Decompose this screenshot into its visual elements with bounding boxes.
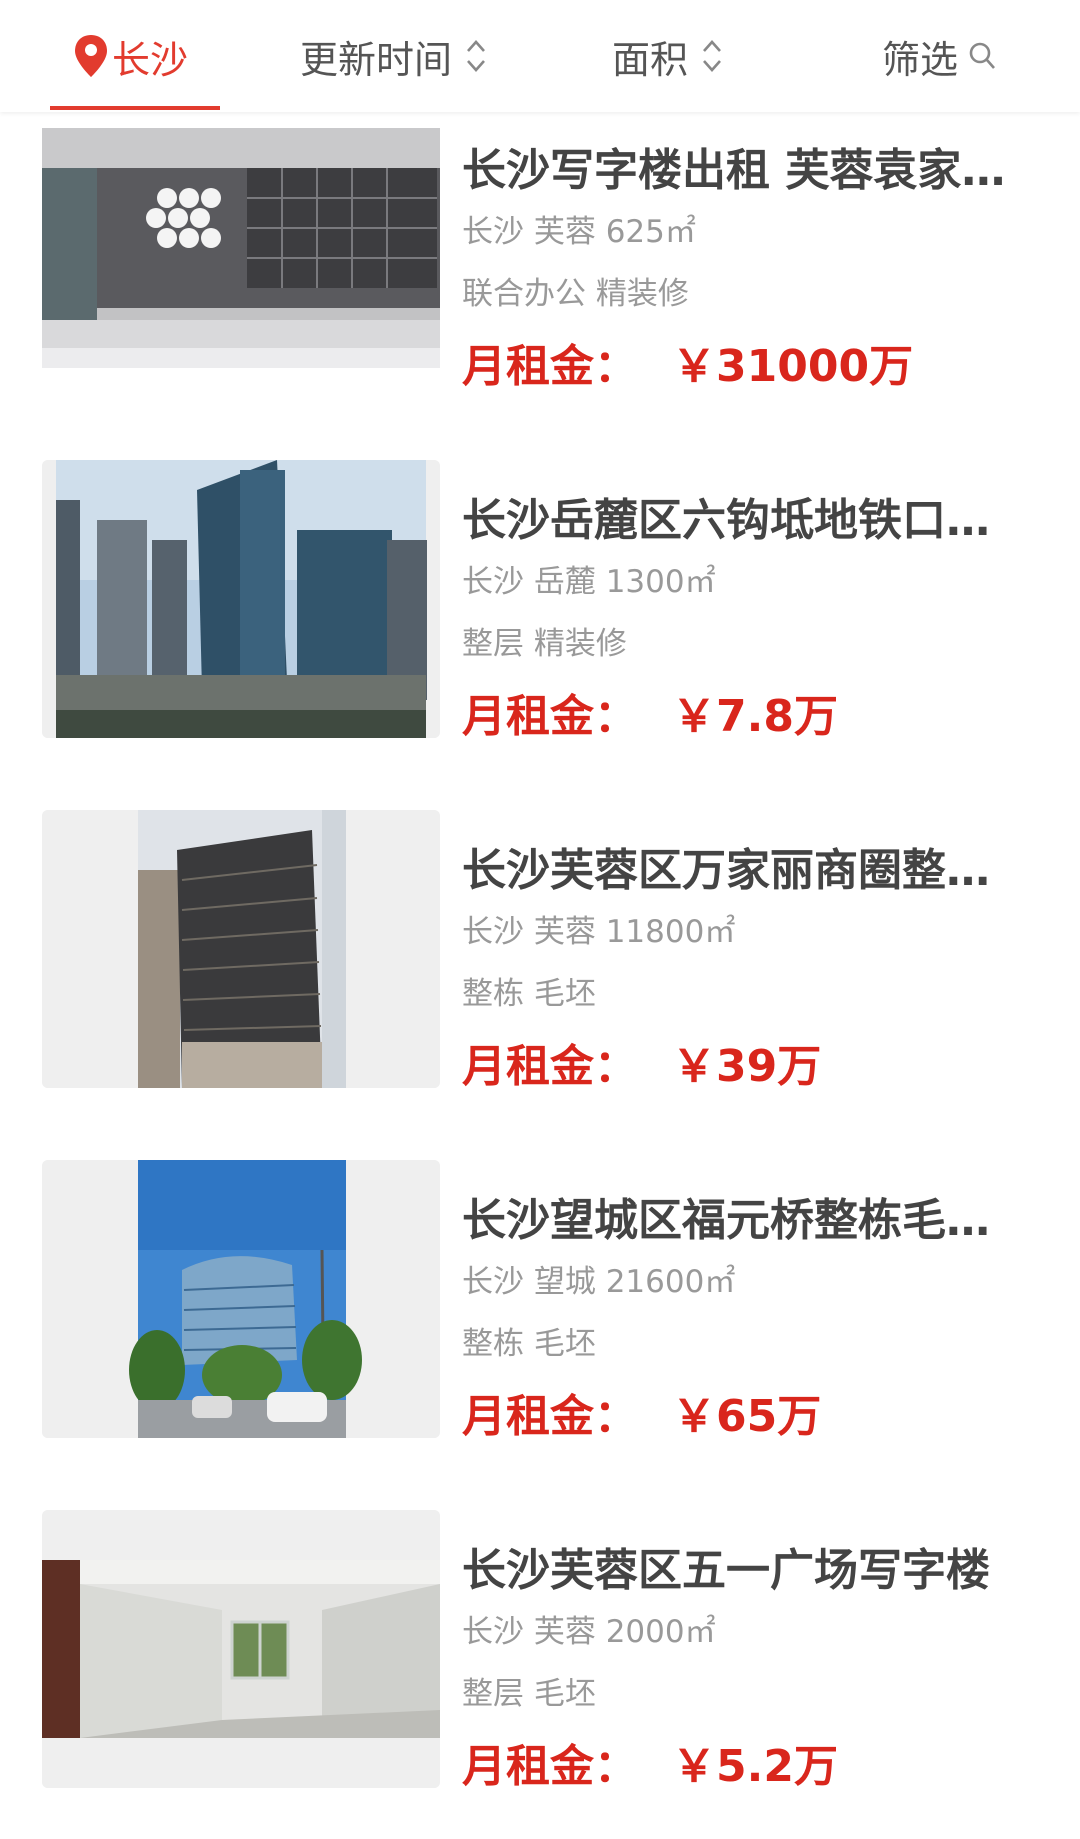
listing-meta: 长沙 芙蓉 625㎡: [462, 214, 696, 250]
listing-tags: 联合办公 精装修: [462, 276, 689, 312]
sort-time-tab[interactable]: 更新时间: [300, 0, 488, 112]
listing-meta: 长沙 岳麓 1300㎡: [462, 564, 716, 600]
price-value: ￥65万: [672, 1391, 822, 1442]
filter-bar: 长沙 更新时间 面积 筛选: [0, 0, 1080, 112]
listing-title: 长沙芙蓉区万家丽商圈整栋写字楼: [462, 845, 1022, 896]
listing-title: 长沙岳麓区六钩坻地铁口写字楼: [462, 495, 1022, 546]
price-value: ￥31000万: [672, 341, 914, 392]
price-label: 月租金：: [462, 1041, 638, 1092]
price-label: 月租金：: [462, 1391, 638, 1442]
price-value: ￥5.2万: [672, 1741, 838, 1792]
empty-room-photo: [42, 1510, 440, 1788]
listing-card[interactable]: 长沙写字楼出租 芙蓉袁家岭写字楼 长沙 芙蓉 625㎡ 联合办公 精装修 月租金…: [0, 110, 1080, 410]
listing-price: 月租金： ￥7.8万: [462, 680, 838, 744]
sort-updown-icon: [467, 40, 485, 72]
listing-thumbnail[interactable]: [42, 128, 440, 368]
listing-meta: 长沙 望城 21600㎡: [462, 1264, 736, 1300]
price-label: 月租金：: [462, 341, 638, 392]
curved-building-photo: [42, 1160, 440, 1438]
filter-tab[interactable]: 筛选: [882, 0, 996, 112]
location-label: 长沙: [112, 37, 189, 82]
listing-title: 长沙芙蓉区五一广场写字楼: [462, 1545, 990, 1596]
listing-tags: 整层 精装修: [462, 626, 627, 662]
listing-meta: 长沙 芙蓉 2000㎡: [462, 1614, 716, 1650]
location-tab[interactable]: 长沙: [72, 0, 188, 112]
listing-price: 月租金： ￥65万: [462, 1380, 821, 1444]
listing-price: 月租金： ￥39万: [462, 1030, 821, 1094]
sort-updown-icon: [703, 40, 721, 72]
sort-time-label: 更新时间: [300, 37, 453, 82]
listing-card[interactable]: 长沙望城区福元桥整栋毛坯写字楼 长沙 望城 21600㎡ 整栋 毛坯 月租金： ￥…: [0, 1160, 1080, 1460]
listing-title: 长沙望城区福元桥整栋毛坯写字楼: [462, 1195, 1022, 1246]
listing-tags: 整栋 毛坯: [462, 1326, 596, 1362]
listing-card[interactable]: 长沙岳麓区六钩坻地铁口写字楼 长沙 岳麓 1300㎡ 整层 精装修 月租金： ￥7…: [0, 460, 1080, 760]
active-tab-indicator: [50, 106, 220, 110]
sort-area-tab[interactable]: 面积: [612, 0, 724, 112]
price-label: 月租金：: [462, 1741, 638, 1792]
listing-price: 月租金： ￥5.2万: [462, 1730, 838, 1794]
price-label: 月租金：: [462, 691, 638, 742]
listing-thumbnail[interactable]: [42, 1160, 440, 1438]
glass-towers-photo: [42, 460, 440, 738]
filter-label: 筛选: [882, 37, 959, 82]
listing-price: 月租金： ￥31000万: [462, 330, 913, 394]
lobby-welcome-photo: [42, 128, 440, 368]
listing-card[interactable]: 长沙芙蓉区五一广场写字楼 长沙 芙蓉 2000㎡ 整层 毛坯 月租金： ￥5.2万: [0, 1510, 1080, 1810]
listing-thumbnail[interactable]: [42, 460, 440, 738]
listing-card[interactable]: 长沙芙蓉区万家丽商圈整栋写字楼 长沙 芙蓉 11800㎡ 整栋 毛坯 月租金： ￥…: [0, 810, 1080, 1110]
price-value: ￥7.8万: [672, 691, 838, 742]
listing-thumbnail[interactable]: [42, 810, 440, 1088]
price-value: ￥39万: [672, 1041, 822, 1092]
office-tower-photo: [42, 810, 440, 1088]
listing-tags: 整层 毛坯: [462, 1676, 596, 1712]
listing-tags: 整栋 毛坯: [462, 976, 596, 1012]
location-pin-icon: [75, 35, 107, 77]
listing-thumbnail[interactable]: [42, 1510, 440, 1788]
sort-area-label: 面积: [612, 37, 689, 82]
listing-meta: 长沙 芙蓉 11800㎡: [462, 914, 736, 950]
listing-title: 长沙写字楼出租 芙蓉袁家岭写字楼: [462, 145, 1022, 196]
search-icon: [969, 42, 995, 69]
